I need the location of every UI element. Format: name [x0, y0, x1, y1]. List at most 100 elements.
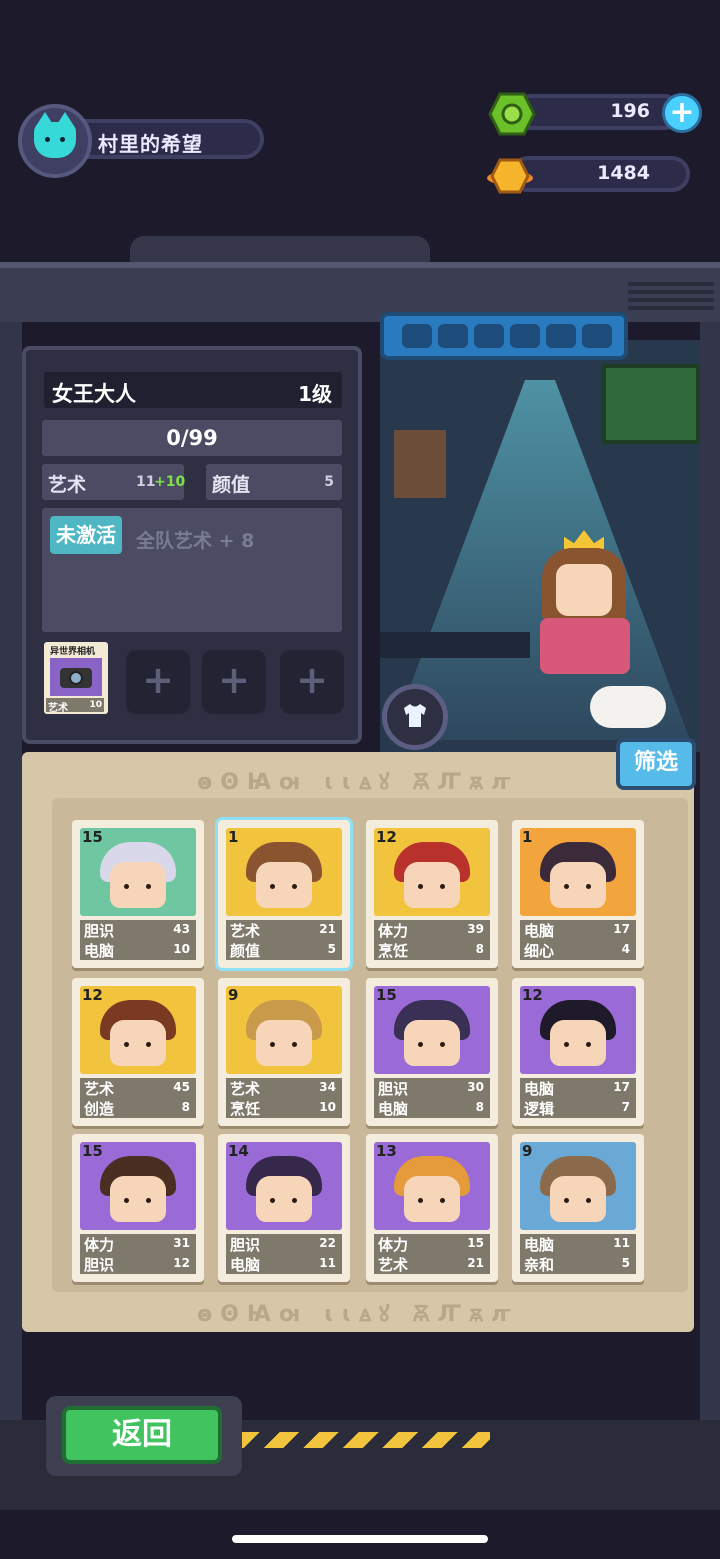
character-card[interactable]: 1 电脑 17 细心 4	[512, 820, 644, 968]
card-stat2-name: 电脑	[84, 942, 115, 960]
portrait-face	[550, 1176, 606, 1222]
card-stat2-value: 8	[475, 942, 484, 956]
rune-border-top: ꙩꙨꙖꙕ ꙇꙇꙙꙋ ꙚꙤꙛꙥ	[197, 770, 519, 795]
home-indicator[interactable]	[232, 1535, 488, 1543]
card-stat1-name: 电脑	[524, 922, 555, 940]
character-card[interactable]: 9 艺术 34 烹饪 10	[218, 978, 350, 1126]
card-stat1-name: 电脑	[524, 1236, 555, 1254]
card-stat1-name: 体力	[378, 1236, 409, 1254]
stat2-name: 颜值	[212, 474, 251, 496]
card-stat2-name: 艺术	[378, 1256, 409, 1274]
skill-description: 全队艺术 + 8	[136, 530, 255, 552]
card-level: 15	[82, 1142, 103, 1160]
card-stat2-name: 胆识	[84, 1256, 115, 1274]
card-stat2-value: 21	[467, 1256, 484, 1270]
monitor-skull	[602, 364, 700, 444]
equipment-item-name: 异世界相机	[50, 647, 96, 657]
card-level: 15	[376, 986, 397, 1004]
character-level: 1级	[298, 382, 332, 406]
card-level: 14	[228, 1142, 249, 1160]
currency-gold: 1484	[486, 152, 696, 196]
card-stat1-value: 39	[467, 922, 484, 936]
card-stat2-name: 逻辑	[524, 1100, 555, 1118]
gold-planet-icon	[487, 158, 533, 194]
card-stat1-name: 胆识	[84, 922, 115, 940]
camera-icon	[50, 658, 102, 696]
portrait-face	[550, 1020, 606, 1066]
equipment-item-value: 10	[89, 700, 102, 710]
character-name: 女王大人	[52, 382, 136, 406]
skill-status-badge: 未激活	[50, 516, 122, 554]
currency-green: 196 +	[488, 90, 708, 136]
card-stat1-value: 17	[613, 1080, 630, 1094]
card-stat1-name: 体力	[378, 922, 409, 940]
machine-side-right	[700, 322, 720, 1422]
card-stat1-name: 艺术	[230, 922, 261, 940]
wall-note	[394, 430, 446, 498]
empty-equipment-slot-1[interactable]: +	[126, 650, 190, 714]
player-profile[interactable]: 村里的希望	[14, 104, 266, 178]
card-stat2-value: 11	[319, 1256, 336, 1270]
card-stat1-name: 胆识	[230, 1236, 261, 1254]
machine-pipe	[130, 236, 430, 262]
character-portrait	[226, 828, 342, 916]
character-info-panel: 女王大人 1级 0/99 艺术 11 +10 颜值 5 未激活 全队艺术 + 8…	[22, 346, 362, 744]
empty-equipment-slot-2[interactable]: +	[202, 650, 266, 714]
character-card[interactable]: 15 胆识 43 电脑 10	[72, 820, 204, 968]
card-stat2-value: 10	[173, 942, 190, 956]
card-stat2-name: 电脑	[378, 1100, 409, 1118]
character-card[interactable]: 13 体力 15 艺术 21	[366, 1134, 498, 1282]
card-stat1-value: 17	[613, 922, 630, 936]
character-card[interactable]: 12 电脑 17 逻辑 7	[512, 978, 644, 1126]
card-stat2-value: 10	[319, 1100, 336, 1114]
character-card[interactable]: 15 胆识 30 电脑 8	[366, 978, 498, 1126]
card-stat1-value: 30	[467, 1080, 484, 1094]
card-stat2-name: 颜值	[230, 942, 261, 960]
stat1-value: 11	[136, 474, 156, 490]
card-stat2-value: 4	[621, 942, 630, 956]
empty-equipment-slot-3[interactable]: +	[280, 650, 344, 714]
card-stat1-value: 21	[319, 922, 336, 936]
filter-button[interactable]: 筛选	[616, 738, 696, 790]
card-stat2-value: 5	[327, 942, 336, 956]
equipment-slot-camera[interactable]: 异世界相机 艺术 10	[44, 642, 108, 714]
character-card[interactable]: 12 体力 39 烹饪 8	[366, 820, 498, 968]
card-stat1-value: 45	[173, 1080, 190, 1094]
portrait-face	[256, 1020, 312, 1066]
stat1-name: 艺术	[48, 474, 87, 496]
character-portrait	[226, 986, 342, 1074]
card-level: 12	[376, 828, 397, 846]
portrait-face	[256, 862, 312, 908]
portrait-face	[110, 862, 166, 908]
character-card[interactable]: 12 艺术 45 创造 8	[72, 978, 204, 1126]
card-level: 13	[376, 1142, 397, 1160]
card-level: 1	[522, 828, 533, 846]
back-button-frame: 返回	[46, 1396, 242, 1476]
stat1-bonus: +10	[154, 474, 186, 490]
card-stat1-name: 体力	[84, 1236, 115, 1254]
skill-slot-bar	[380, 312, 628, 360]
card-stat2-value: 5	[621, 1256, 630, 1270]
portrait-face	[404, 1020, 460, 1066]
character-card[interactable]: 14 胆识 22 电脑 11	[218, 1134, 350, 1282]
machine-side-left	[0, 322, 22, 1422]
character-card[interactable]: 9 电脑 11 亲和 5	[512, 1134, 644, 1282]
portrait-face	[404, 1176, 460, 1222]
back-button[interactable]: 返回	[62, 1406, 222, 1464]
character-card[interactable]: 15 体力 31 胆识 12	[72, 1134, 204, 1282]
card-stat1-value: 34	[319, 1080, 336, 1094]
card-stat2-name: 烹饪	[230, 1100, 261, 1118]
card-level: 9	[228, 986, 239, 1004]
character-portrait	[520, 828, 636, 916]
add-currency-button[interactable]: +	[662, 93, 702, 133]
card-stat2-value: 8	[475, 1100, 484, 1114]
portrait-face	[110, 1176, 166, 1222]
card-stat2-name: 电脑	[230, 1256, 261, 1274]
card-level: 12	[522, 986, 543, 1004]
outfit-button[interactable]	[382, 684, 448, 750]
queen-character	[528, 530, 638, 690]
card-stat2-name: 细心	[524, 942, 555, 960]
card-stat1-name: 胆识	[378, 1080, 409, 1098]
player-avatar[interactable]	[18, 104, 92, 178]
character-card[interactable]: 1 艺术 21 颜值 5	[215, 817, 353, 971]
